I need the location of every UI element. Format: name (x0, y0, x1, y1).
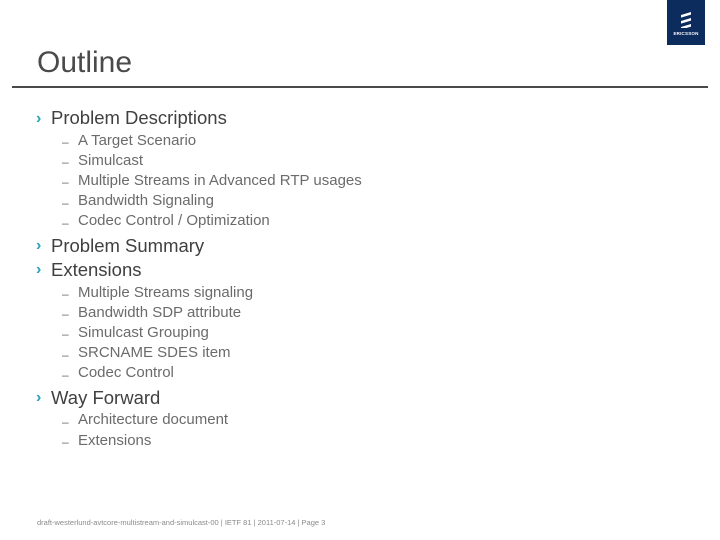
outline-subitem: – Codec Control (36, 363, 362, 383)
outline-section: › Problem Descriptions (36, 106, 362, 130)
chevron-right-icon: › (36, 261, 42, 279)
dash-bullet-icon: – (62, 347, 69, 362)
outline-subitem: – Bandwidth Signaling (36, 191, 362, 211)
logo-wordmark: ERICSSON (673, 31, 699, 36)
outline-subitem-label: Multiple Streams signaling (78, 283, 254, 301)
outline-subitem: – SRCNAME SDES item (36, 343, 362, 363)
outline-subitem: – Simulcast Grouping (36, 322, 362, 342)
dash-bullet-icon: – (62, 215, 69, 230)
outline-subitem: – Architecture document (36, 410, 362, 430)
outline-subitem-label: Simulcast (78, 151, 144, 169)
chevron-right-icon: › (36, 389, 42, 407)
outline-subitem-label: Extensions (78, 431, 152, 449)
outline-subitem: – Extensions (36, 430, 362, 450)
outline-subitem: – Multiple Streams in Advanced RTP usages (36, 170, 362, 190)
dash-bullet-icon: – (62, 414, 69, 429)
dash-bullet-icon: – (62, 155, 69, 170)
outline-section-label: Way Forward (51, 386, 161, 408)
outline-subitem: – Codec Control / Optimization (36, 211, 362, 231)
outline-section: › Extensions (36, 258, 362, 282)
dash-bullet-icon: – (62, 435, 69, 450)
dash-bullet-icon: – (62, 307, 69, 322)
slide-title: Outline (37, 46, 133, 79)
dash-bullet-icon: – (62, 135, 69, 150)
outline-section: › Problem Summary (36, 234, 362, 258)
chevron-right-icon: › (36, 109, 42, 127)
chevron-right-icon: › (36, 237, 42, 255)
outline-section-label: Problem Descriptions (51, 107, 227, 128)
outline-subitem-label: Codec Control / Optimization (78, 212, 270, 230)
outline-subitem-label: Bandwidth SDP attribute (78, 303, 242, 321)
outline-section-label: Extensions (51, 258, 142, 280)
dash-bullet-icon: – (62, 175, 69, 190)
outline-subitem-label: SRCNAME SDES item (78, 344, 231, 362)
outline-section: › Way Forward (36, 386, 362, 410)
outline-subitem-label: Bandwidth Signaling (78, 192, 214, 210)
outline-subitem: – Bandwidth SDP attribute (36, 302, 362, 322)
ericsson-logo-icon (681, 12, 691, 28)
slide-footer: draft-westerlund-avtcore-multistream-and… (37, 518, 326, 527)
outline-section-label: Problem Summary (51, 234, 205, 256)
outline-list: › Problem Descriptions – A Target Scenario –… (36, 106, 362, 453)
outline-subitem-label: A Target Scenario (78, 131, 197, 149)
outline-subitem-label: Multiple Streams in Advanced RTP usages (78, 171, 362, 189)
dash-bullet-icon: – (62, 327, 69, 342)
outline-subitem-label: Architecture document (78, 411, 229, 429)
outline-subitem: – Multiple Streams signaling (36, 282, 362, 302)
outline-subitem: – A Target Scenario (36, 130, 362, 150)
dash-bullet-icon: – (62, 195, 69, 210)
outline-subitem-label: Simulcast Grouping (78, 323, 209, 341)
dash-bullet-icon: – (62, 367, 69, 382)
title-divider (12, 86, 708, 88)
outline-subitem-label: Codec Control (78, 364, 174, 382)
outline-subitem: – Simulcast (36, 150, 362, 170)
dash-bullet-icon: – (62, 287, 69, 302)
ericsson-logo: ERICSSON (667, 0, 705, 45)
